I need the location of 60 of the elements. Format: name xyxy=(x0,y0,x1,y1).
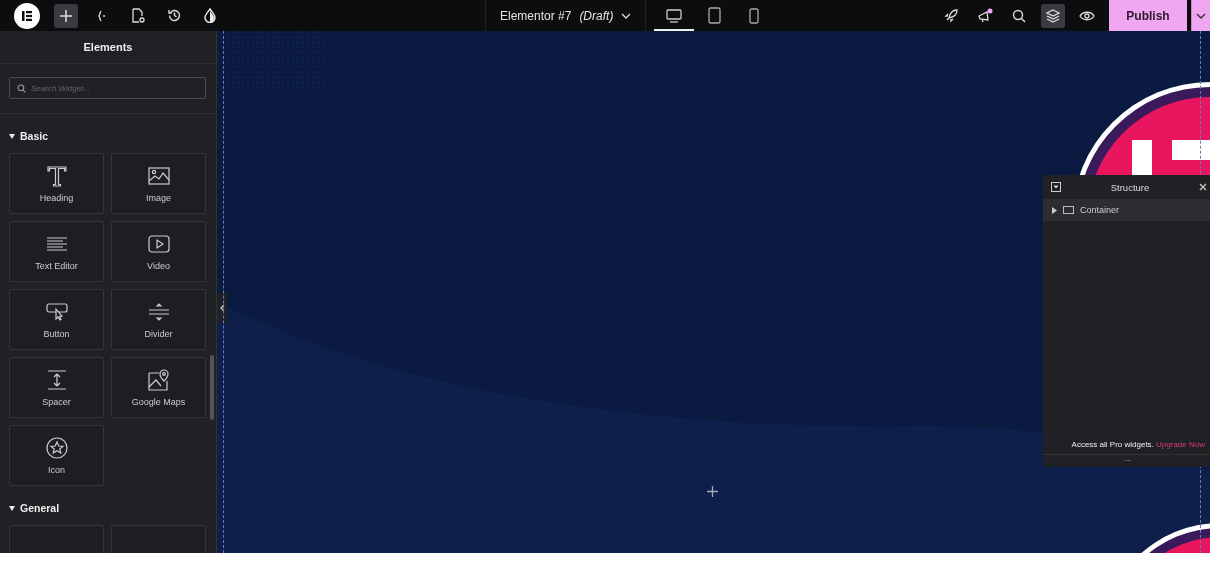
structure-button[interactable] xyxy=(1041,3,1065,28)
plus-icon xyxy=(60,9,72,22)
text-lines-icon xyxy=(45,237,68,251)
history-icon xyxy=(166,8,182,23)
logo-button[interactable] xyxy=(14,2,40,29)
category-toggle[interactable]: General xyxy=(0,486,69,525)
page-settings-icon xyxy=(131,8,145,23)
logo-icon xyxy=(22,10,32,21)
chevron-down-icon xyxy=(1196,12,1206,19)
megaphone-icon xyxy=(976,7,994,24)
widget-card[interactable]: Text Editor xyxy=(9,221,104,282)
panel-title: Elements xyxy=(0,31,216,64)
upgrade-link[interactable]: Upgrade Now xyxy=(1156,440,1205,449)
caret-icon xyxy=(9,505,15,511)
layers-icon xyxy=(1046,8,1060,23)
search-icon xyxy=(1012,8,1026,23)
tree-item[interactable]: Container xyxy=(1043,199,1210,221)
widget-card[interactable]: Heading xyxy=(9,153,104,214)
phone-icon xyxy=(749,7,760,24)
video-play-icon xyxy=(147,235,170,253)
dock-panel-button[interactable] xyxy=(1051,182,1061,192)
add-button[interactable] xyxy=(54,3,78,28)
image-icon xyxy=(147,167,170,185)
chevron-down-icon xyxy=(621,12,632,19)
close-icon xyxy=(1199,183,1207,191)
promo-text: Access all Pro widgets. xyxy=(1071,440,1154,449)
eye-icon xyxy=(1079,9,1095,22)
widget-card[interactable]: Video xyxy=(111,221,206,282)
button-cursor-icon xyxy=(45,303,68,321)
container-icon xyxy=(1063,206,1074,214)
widget-card[interactable]: Divider xyxy=(111,289,206,350)
publish-button[interactable]: Publish xyxy=(1109,0,1187,31)
dock-panel-icon xyxy=(1051,182,1061,192)
chevron-left-icon xyxy=(219,304,225,312)
widget-card[interactable]: Spacer xyxy=(9,357,104,418)
monitor-icon xyxy=(666,8,683,23)
divider-icon xyxy=(147,303,170,321)
rocket-icon xyxy=(943,8,959,23)
caret-icon xyxy=(1052,206,1057,214)
category-toggle[interactable]: Basic xyxy=(0,114,58,153)
widget-card[interactable]: Image xyxy=(111,153,206,214)
add-section-button[interactable] xyxy=(707,486,718,497)
plus-icon xyxy=(707,486,718,497)
spacer-icon xyxy=(45,370,68,390)
panel-title: Structure xyxy=(1110,181,1150,193)
caret-icon xyxy=(9,133,15,139)
collapse-panel-button[interactable] xyxy=(217,293,227,323)
widget-card[interactable]: Icon xyxy=(9,425,104,486)
letter-t-icon xyxy=(45,165,68,187)
resize-handle[interactable]: ... xyxy=(1043,454,1210,467)
star-circle-icon xyxy=(45,437,68,459)
map-pin-icon xyxy=(147,369,170,391)
widget-card[interactable]: Google Maps xyxy=(111,357,206,418)
tablet-icon xyxy=(707,7,721,24)
drop-icon xyxy=(204,8,216,23)
scrollbar-thumb[interactable] xyxy=(210,355,214,420)
search-icon xyxy=(17,83,26,93)
search-field[interactable]: Search Widget... xyxy=(9,77,206,99)
widget-card[interactable]: Button xyxy=(9,289,104,350)
close-button[interactable] xyxy=(1199,183,1207,191)
